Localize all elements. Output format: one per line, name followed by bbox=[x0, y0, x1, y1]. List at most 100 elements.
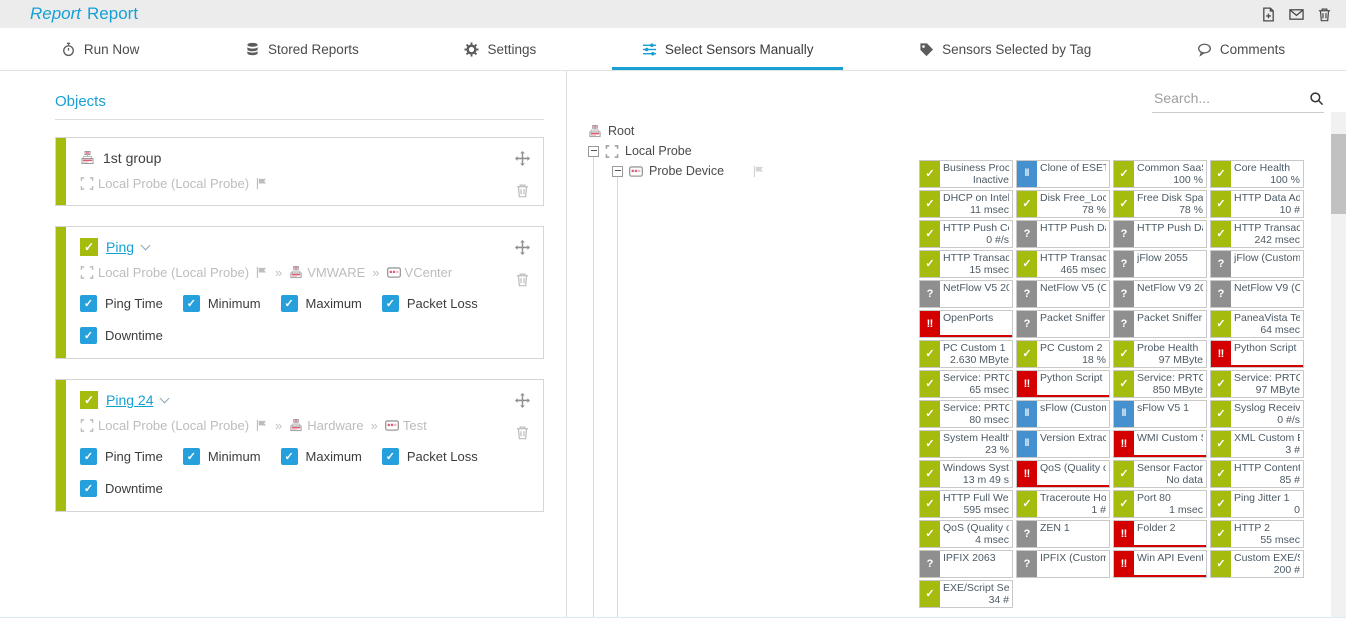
sensor-tile[interactable]: ✓ Traceroute Ho... 1 # bbox=[1016, 490, 1110, 518]
tab-sensors-selected-by-tag[interactable]: Sensors Selected by Tag bbox=[889, 28, 1121, 70]
checkbox-checked-icon[interactable] bbox=[80, 295, 97, 312]
sensor-tile[interactable]: ? HTTP Push Da... bbox=[1016, 220, 1110, 248]
sensor-tile[interactable]: ✓ Windows Syst... 13 m 49 s bbox=[919, 460, 1013, 488]
checkbox-checked-icon[interactable] bbox=[382, 448, 399, 465]
sensor-tile[interactable]: ‖ sFlow V5 1 bbox=[1113, 400, 1207, 428]
sensor-tile[interactable]: ✓ Business Proc... Inactive bbox=[919, 160, 1013, 188]
channel-checkbox-maximum[interactable]: Maximum bbox=[281, 448, 362, 465]
sensor-tile[interactable]: ✓ Port 80 1 msec bbox=[1113, 490, 1207, 518]
delete-button[interactable] bbox=[515, 272, 530, 287]
sensor-tile[interactable]: ? jFlow 2055 bbox=[1113, 250, 1207, 278]
tree-node-label[interactable]: Local Probe bbox=[625, 144, 692, 158]
object-name-link[interactable]: Ping 24 bbox=[106, 392, 153, 408]
sensor-tile[interactable]: ✓ HTTP 2 55 msec bbox=[1210, 520, 1304, 548]
tab-run-now[interactable]: Run Now bbox=[31, 28, 170, 70]
sensor-tile[interactable]: ✓ HTTP Transact... 15 msec bbox=[919, 250, 1013, 278]
tab-stored-reports[interactable]: Stored Reports bbox=[215, 28, 389, 70]
sensor-tile[interactable]: ✓ System Health 23 % bbox=[919, 430, 1013, 458]
sensor-tile[interactable]: ? NetFlow V5 20... bbox=[919, 280, 1013, 308]
tab-comments[interactable]: Comments bbox=[1167, 28, 1315, 70]
move-button[interactable] bbox=[515, 393, 530, 408]
object-selected-checkbox[interactable] bbox=[80, 391, 98, 409]
checkbox-checked-icon[interactable] bbox=[281, 295, 298, 312]
sensor-tile[interactable]: ‼ Python Script ... bbox=[1016, 370, 1110, 398]
sensor-tile[interactable]: ✓ PaneaVista Te... 64 msec bbox=[1210, 310, 1304, 338]
sensor-tile[interactable]: ✓ XML Custom E... 3 # bbox=[1210, 430, 1304, 458]
sensor-tile[interactable]: ? IPFIX 2063 bbox=[919, 550, 1013, 578]
sensor-tile[interactable]: ✓ Core Health 100 % bbox=[1210, 160, 1304, 188]
sensor-tile[interactable]: ✓ Common SaaS... 100 % bbox=[1113, 160, 1207, 188]
channel-checkbox-downtime[interactable]: Downtime bbox=[80, 327, 163, 344]
channel-checkbox-ping-time[interactable]: Ping Time bbox=[80, 448, 163, 465]
tree-node-label[interactable]: Probe Device bbox=[649, 164, 724, 178]
sensor-tile[interactable]: ✓ EXE/Script Sen... 34 # bbox=[919, 580, 1013, 608]
sensor-tile[interactable]: ✓ HTTP Transact... 242 msec bbox=[1210, 220, 1304, 248]
tree-node-label[interactable]: Root bbox=[608, 124, 634, 138]
checkbox-checked-icon[interactable] bbox=[183, 448, 200, 465]
move-button[interactable] bbox=[515, 151, 530, 166]
sensor-tile[interactable]: ✓ Disk Free_Local 78 % bbox=[1016, 190, 1110, 218]
sensor-tile[interactable]: ? HTTP Push Da... bbox=[1113, 220, 1207, 248]
tab-settings[interactable]: Settings bbox=[434, 28, 566, 70]
sensor-tile[interactable]: ✓ HTTP Transact... 465 msec bbox=[1016, 250, 1110, 278]
sensor-tile[interactable]: ? IPFIX (Custom... bbox=[1016, 550, 1110, 578]
sensor-tile[interactable]: ? Packet Sniffer 2 bbox=[1113, 310, 1207, 338]
sensor-tile[interactable]: ‖ Clone of ESET ... bbox=[1016, 160, 1110, 188]
sensor-tile[interactable]: ✓ Service: PRTG ... 850 MByte bbox=[1113, 370, 1207, 398]
checkbox-checked-icon[interactable] bbox=[80, 480, 97, 497]
channel-checkbox-minimum[interactable]: Minimum bbox=[183, 295, 261, 312]
checkbox-checked-icon[interactable] bbox=[80, 448, 97, 465]
object-selected-checkbox[interactable] bbox=[80, 238, 98, 256]
tab-select-sensors-manually[interactable]: Select Sensors Manually bbox=[612, 28, 844, 70]
search-button[interactable] bbox=[1309, 91, 1324, 106]
object-name-link[interactable]: Ping bbox=[106, 239, 134, 255]
checkbox-checked-icon[interactable] bbox=[183, 295, 200, 312]
sensor-tile[interactable]: ‼ Folder 2 bbox=[1113, 520, 1207, 548]
move-button[interactable] bbox=[515, 240, 530, 255]
sensor-tile[interactable]: ? ZEN 1 bbox=[1016, 520, 1110, 548]
add-report-button[interactable] bbox=[1261, 7, 1276, 22]
channel-checkbox-packet-loss[interactable]: Packet Loss bbox=[382, 295, 478, 312]
sensor-tile[interactable]: ✓ Custom EXE/S... 200 # bbox=[1210, 550, 1304, 578]
search-input[interactable] bbox=[1152, 89, 1309, 107]
sensor-tile[interactable]: ? jFlow (Custom... bbox=[1210, 250, 1304, 278]
sensor-tile[interactable]: ✓ Free Disk Spac... 78 % bbox=[1113, 190, 1207, 218]
delete-report-button[interactable] bbox=[1317, 7, 1332, 22]
sensor-tile[interactable]: ? NetFlow V5 (C... bbox=[1016, 280, 1110, 308]
checkbox-checked-icon[interactable] bbox=[281, 448, 298, 465]
sensor-tile[interactable]: ? NetFlow V9 (C... bbox=[1210, 280, 1304, 308]
sensor-tile[interactable]: ✓ HTTP Content 1 85 # bbox=[1210, 460, 1304, 488]
channel-checkbox-minimum[interactable]: Minimum bbox=[183, 448, 261, 465]
channel-checkbox-maximum[interactable]: Maximum bbox=[281, 295, 362, 312]
sensor-tile[interactable]: ✓ HTTP Data Ad... 10 # bbox=[1210, 190, 1304, 218]
sensor-tile[interactable]: ✓ PC Custom 2 18 % bbox=[1016, 340, 1110, 368]
sensor-tile[interactable]: ✓ Service: PRTG ... 80 msec bbox=[919, 400, 1013, 428]
sensor-tile[interactable]: ‼ WMI Custom S... bbox=[1113, 430, 1207, 458]
sensor-tile[interactable]: ✓ Syslog Receive... 0 #/s bbox=[1210, 400, 1304, 428]
sensor-tile[interactable]: ✓ Ping Jitter 1 0 bbox=[1210, 490, 1304, 518]
tree-collapse-toggle[interactable] bbox=[612, 166, 623, 177]
sensor-tile[interactable]: ✓ HTTP Full Web... 595 msec bbox=[919, 490, 1013, 518]
sensor-tile[interactable]: ‼ QoS (Quality of... bbox=[1016, 460, 1110, 488]
channel-checkbox-ping-time[interactable]: Ping Time bbox=[80, 295, 163, 312]
sensor-tile[interactable]: ✓ HTTP Push Co... 0 #/s bbox=[919, 220, 1013, 248]
scrollbar-thumb[interactable] bbox=[1331, 134, 1346, 214]
delete-button[interactable] bbox=[515, 183, 530, 198]
sensor-tile[interactable]: ? Packet Sniffer 1 bbox=[1016, 310, 1110, 338]
email-report-button[interactable] bbox=[1289, 7, 1304, 22]
sensor-tile[interactable]: ✓ Probe Health 97 MByte bbox=[1113, 340, 1207, 368]
tree-collapse-toggle[interactable] bbox=[588, 146, 599, 157]
sensor-tile[interactable]: ✓ DHCP on Intel(... 11 msec bbox=[919, 190, 1013, 218]
channel-checkbox-packet-loss[interactable]: Packet Loss bbox=[382, 448, 478, 465]
sensor-tile[interactable]: ‼ OpenPorts bbox=[919, 310, 1013, 338]
sensor-tile[interactable]: ✓ QoS (Quality of... 4 msec bbox=[919, 520, 1013, 548]
sensor-tile[interactable]: ? NetFlow V9 20... bbox=[1113, 280, 1207, 308]
sensor-tile[interactable]: ‼ Win API Eventl... bbox=[1113, 550, 1207, 578]
sensor-tile[interactable]: ✓ PC Custom 1 2.630 MByte bbox=[919, 340, 1013, 368]
checkbox-checked-icon[interactable] bbox=[382, 295, 399, 312]
sensor-tile[interactable]: ‖ Version Extract... bbox=[1016, 430, 1110, 458]
channel-checkbox-downtime[interactable]: Downtime bbox=[80, 480, 163, 497]
checkbox-checked-icon[interactable] bbox=[80, 327, 97, 344]
sensor-tile[interactable]: ✓ Service: PRTG ... 65 msec bbox=[919, 370, 1013, 398]
sensor-tile[interactable]: ✓ Service: PRTG ... 97 MByte bbox=[1210, 370, 1304, 398]
